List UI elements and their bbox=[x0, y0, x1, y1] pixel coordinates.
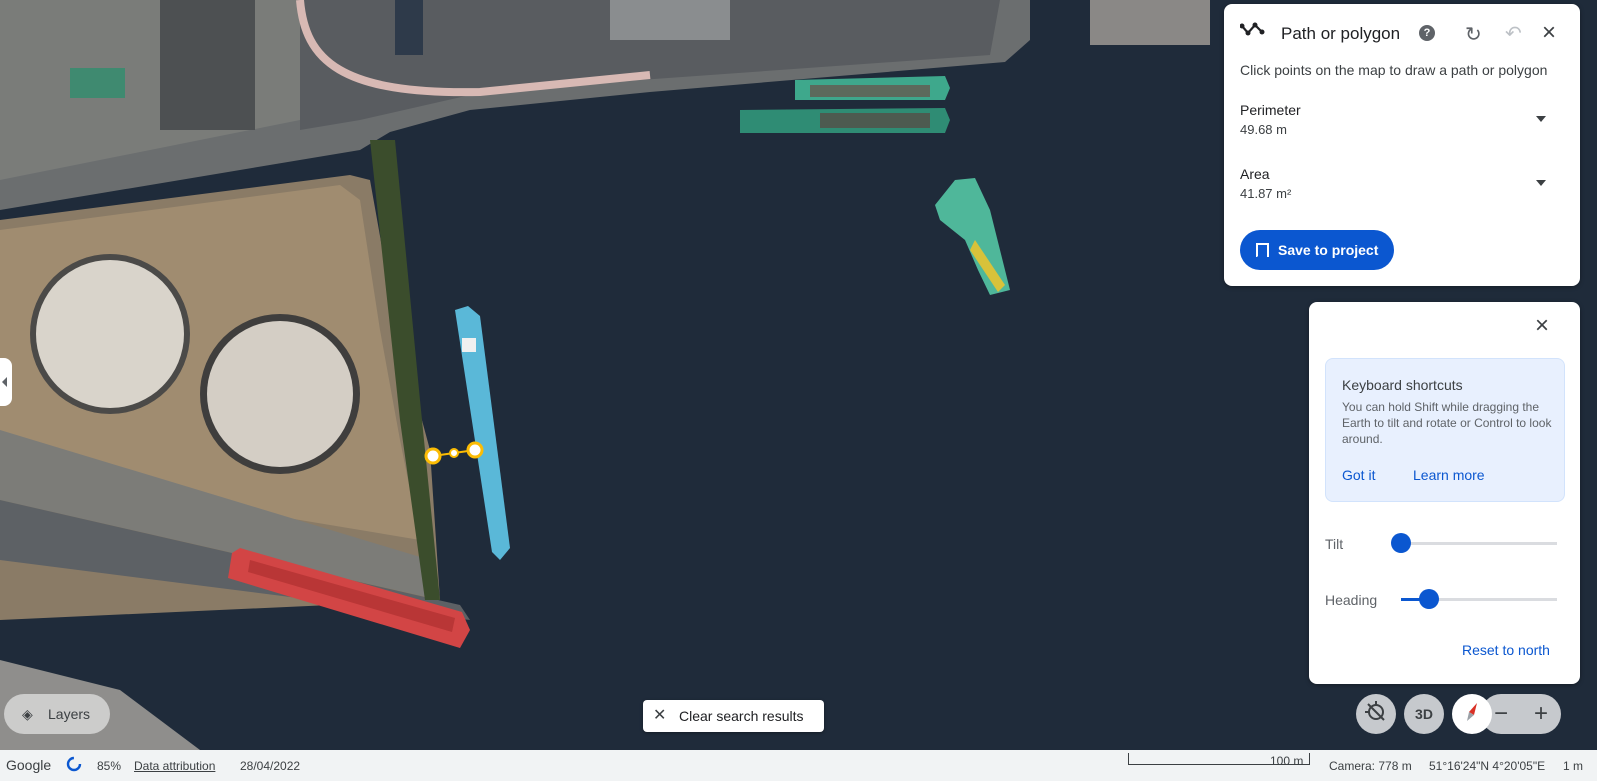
panel-title: Path or polygon bbox=[1281, 24, 1401, 43]
camera-altitude: Camera: 778 m bbox=[1329, 759, 1412, 773]
heading-slider-knob[interactable] bbox=[1419, 589, 1440, 609]
save-button-label: Save to project bbox=[1278, 242, 1379, 258]
imagery-date: 28/04/2022 bbox=[240, 759, 301, 773]
undo-icon[interactable]: ↶ bbox=[1505, 21, 1522, 46]
shortcuts-text: You can hold Shift while dragging the Ea… bbox=[1342, 400, 1552, 446]
reset-to-north-button[interactable]: Reset to north bbox=[1462, 642, 1550, 658]
3d-button[interactable]: 3D bbox=[1404, 694, 1444, 734]
elevation: 1 m bbox=[1563, 759, 1584, 773]
path-icon bbox=[1239, 22, 1266, 41]
side-panel-toggle[interactable] bbox=[0, 358, 12, 406]
close-icon[interactable]: × bbox=[1542, 19, 1556, 47]
bookmark-icon bbox=[1256, 243, 1269, 257]
close-icon[interactable]: × bbox=[1535, 312, 1549, 340]
chevron-down-icon[interactable] bbox=[1536, 180, 1546, 186]
keyboard-shortcuts-card: Keyboard shortcuts You can hold Shift wh… bbox=[1325, 358, 1565, 502]
zoom-out-button[interactable]: − bbox=[1481, 700, 1521, 728]
chevron-down-icon[interactable] bbox=[1536, 116, 1546, 122]
got-it-button[interactable]: Got it bbox=[1342, 467, 1375, 483]
heading-label: Heading bbox=[1325, 592, 1378, 608]
status-bar: Google 85% Data attribution 28/04/2022 1… bbox=[0, 750, 1597, 781]
data-attribution-link[interactable]: Data attribution bbox=[134, 759, 215, 773]
compass-icon bbox=[1461, 701, 1483, 728]
coordinates: 51°16'24"N 4°20'05"E bbox=[1429, 759, 1546, 773]
save-to-project-button[interactable]: Save to project bbox=[1240, 230, 1394, 270]
instructions-text: Click points on the map to draw a path o… bbox=[1240, 62, 1548, 78]
layers-icon: ◈ bbox=[22, 706, 33, 722]
close-icon: ✕ bbox=[653, 707, 667, 724]
navigation-panel: × Keyboard shortcuts You can hold Shift … bbox=[1309, 302, 1580, 684]
area-label: Area bbox=[1240, 166, 1270, 182]
heading-slider[interactable] bbox=[1401, 589, 1557, 609]
perimeter-dropdown[interactable]: Perimeter 49.68 m bbox=[1240, 102, 1564, 146]
clear-search-results-button[interactable]: ✕ Clear search results bbox=[643, 700, 824, 732]
learn-more-link[interactable]: Learn more bbox=[1413, 467, 1485, 483]
layers-button[interactable]: ◈ Layers bbox=[4, 694, 110, 734]
shortcuts-title: Keyboard shortcuts bbox=[1342, 377, 1463, 393]
google-logo: Google bbox=[6, 757, 52, 773]
layers-label: Layers bbox=[48, 706, 91, 722]
perimeter-value: 49.68 m bbox=[1240, 122, 1287, 137]
area-value: 41.87 m² bbox=[1240, 186, 1292, 201]
crosshair-off-icon bbox=[1365, 700, 1387, 728]
clear-search-label: Clear search results bbox=[679, 708, 804, 724]
area-dropdown[interactable]: Area 41.87 m² bbox=[1240, 166, 1564, 210]
zoom-controls: − + bbox=[1481, 694, 1561, 734]
path-polygon-panel: Path or polygon ? ↻ ↶ × Click points on … bbox=[1224, 4, 1580, 286]
scale-label: 100 m bbox=[1270, 754, 1304, 768]
zoom-in-button[interactable]: + bbox=[1521, 700, 1561, 728]
tilt-slider[interactable] bbox=[1391, 533, 1557, 553]
loading-spinner-icon bbox=[66, 756, 82, 775]
tilt-slider-knob[interactable] bbox=[1391, 533, 1411, 553]
refresh-icon[interactable]: ↻ bbox=[1465, 22, 1482, 47]
tilt-label: Tilt bbox=[1325, 536, 1344, 552]
panel-header: Path or polygon ? ↻ ↶ × bbox=[1224, 16, 1580, 52]
help-icon[interactable]: ? bbox=[1419, 25, 1435, 41]
loading-percent: 85% bbox=[97, 759, 122, 773]
perimeter-label: Perimeter bbox=[1240, 102, 1301, 118]
tilt-toggle-button[interactable] bbox=[1356, 694, 1396, 734]
